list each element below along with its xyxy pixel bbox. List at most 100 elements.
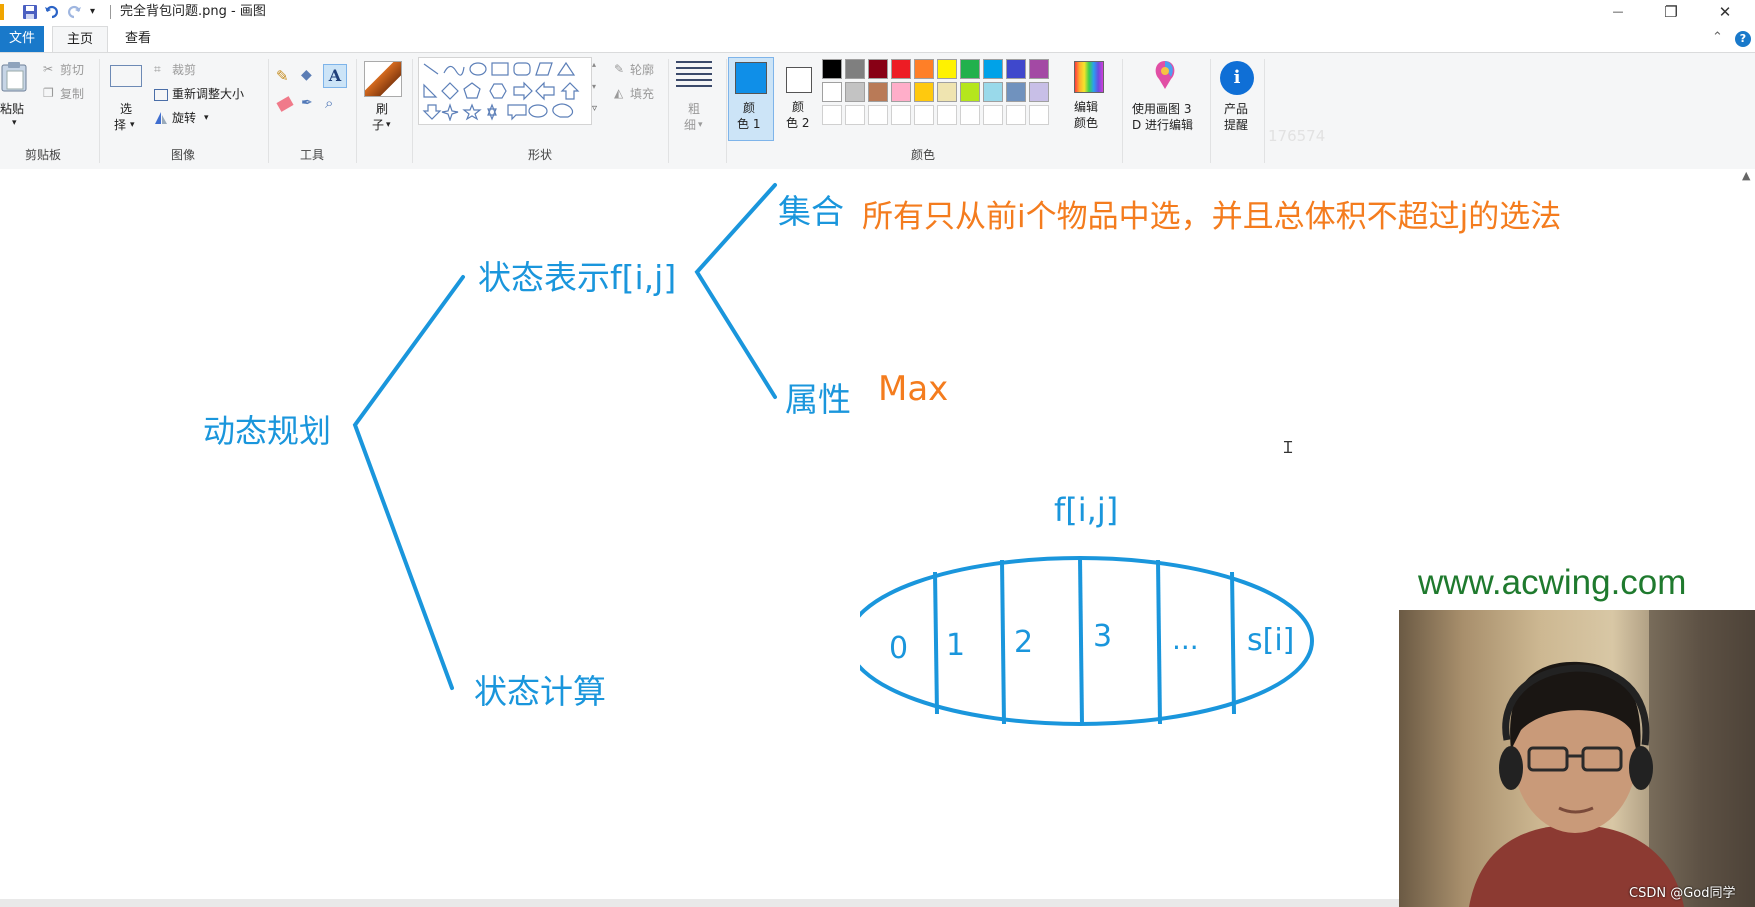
partition-label: 2 — [1014, 625, 1034, 660]
set-description: 所有只从前i个物品中选，并且总体积不超过j的选法 — [862, 199, 1562, 235]
text-icon[interactable]: A — [323, 64, 347, 88]
brushes-group: 刷 子 ▾ — [358, 53, 410, 169]
cut-icon: ✂ — [43, 62, 54, 76]
palette-swatch[interactable] — [1029, 59, 1049, 79]
palette-swatch-empty[interactable] — [868, 105, 888, 125]
partition-label: 1 — [946, 628, 966, 663]
paint3d-icon — [1155, 61, 1175, 89]
palette-swatch[interactable] — [960, 82, 980, 102]
palette-swatch-empty[interactable] — [1006, 105, 1026, 125]
product-alert-line2: 提醒 — [1224, 118, 1249, 132]
palette-swatch[interactable] — [937, 59, 957, 79]
palette-swatch-empty[interactable] — [983, 105, 1003, 125]
paint3d-button[interactable]: 使用画图 3 D 进行编辑 — [1124, 53, 1208, 143]
size-label-line1[interactable]: 粗 — [688, 101, 700, 117]
partition-label: 0 — [889, 631, 909, 666]
select-dropdown-icon[interactable]: ▾ — [130, 117, 135, 133]
color2-button[interactable]: 颜 色 2 — [776, 57, 820, 139]
brushes-icon[interactable] — [364, 61, 402, 97]
rotate-button[interactable]: 旋转 — [172, 110, 196, 126]
palette-swatch-empty[interactable] — [937, 105, 957, 125]
shapes-gallery-icons — [422, 61, 580, 121]
palette-swatch[interactable] — [891, 82, 911, 102]
palette-swatch-empty[interactable] — [1029, 105, 1049, 125]
paste-icon[interactable] — [0, 61, 30, 93]
fill-icon[interactable]: ◆ — [301, 67, 312, 83]
palette-swatch-empty[interactable] — [960, 105, 980, 125]
palette-swatch-empty[interactable] — [914, 105, 934, 125]
brushes-label-line2[interactable]: 子 — [372, 117, 384, 133]
product-alert-button[interactable]: i 产品 提醒 — [1212, 53, 1262, 143]
size-dropdown-icon[interactable]: ▾ — [698, 117, 703, 133]
eraser-icon[interactable] — [276, 96, 294, 112]
palette-swatch[interactable] — [937, 82, 957, 102]
select-icon[interactable] — [110, 65, 142, 87]
size-label-line2[interactable]: 细 — [684, 117, 696, 133]
palette-swatch[interactable] — [891, 59, 911, 79]
ellipse-title: f[i,j] — [1054, 491, 1119, 529]
colors-group: 颜 色 1 颜 色 2 编辑 颜色 颜色 — [728, 53, 1118, 169]
select-button-line1[interactable]: 选 — [120, 101, 132, 117]
palette-swatch[interactable] — [1006, 82, 1026, 102]
customize-qa-icon[interactable]: ▾ — [90, 0, 95, 24]
rotate-dropdown-icon[interactable]: ▾ — [204, 110, 209, 126]
save-icon[interactable] — [22, 4, 38, 20]
edit-colors-icon — [1074, 61, 1104, 93]
palette-swatch[interactable] — [822, 82, 842, 102]
palette-swatch[interactable] — [822, 59, 842, 79]
size-icon[interactable] — [676, 61, 712, 89]
color-picker-icon[interactable]: ✒ — [301, 95, 313, 111]
resize-button[interactable]: 重新调整大小 — [172, 86, 244, 102]
window-title: 完全背包问题.png - 画图 — [120, 4, 266, 19]
redo-icon[interactable] — [66, 4, 82, 20]
color1-button[interactable]: 颜 色 1 — [728, 57, 774, 141]
palette-swatch[interactable] — [868, 59, 888, 79]
palette-swatch[interactable] — [914, 59, 934, 79]
palette-swatch-empty[interactable] — [891, 105, 911, 125]
palette-swatch[interactable] — [983, 59, 1003, 79]
shapes-expand-icon[interactable]: ▿ — [592, 101, 597, 117]
app-icon — [0, 4, 4, 20]
tab-home[interactable]: 主页 — [52, 26, 108, 52]
outline-button[interactable]: 轮廓 — [630, 62, 654, 78]
minimize-button[interactable]: — — [1595, 0, 1641, 24]
brushes-dropdown-icon[interactable]: ▾ — [386, 117, 391, 133]
palette-swatch[interactable] — [914, 82, 934, 102]
help-icon[interactable]: ? — [1735, 31, 1751, 47]
shapes-scroll-down-icon[interactable]: ▾ — [592, 79, 596, 95]
shapes-scroll-up-icon[interactable]: ▴ — [592, 57, 596, 73]
undo-icon[interactable] — [44, 4, 60, 20]
palette-swatch[interactable] — [960, 59, 980, 79]
palette-swatch-empty[interactable] — [845, 105, 865, 125]
colors-group-label: 颜色 — [910, 148, 935, 162]
palette-swatch[interactable] — [868, 82, 888, 102]
crop-button[interactable]: 裁剪 — [172, 62, 196, 78]
paste-dropdown-icon[interactable]: ▾ — [12, 115, 17, 131]
palette-swatch[interactable] — [845, 59, 865, 79]
palette-swatch[interactable] — [1006, 59, 1026, 79]
ribbon: 粘贴 ▾ ✂ 剪切 ❐ 复制 剪贴板 选 择 ▾ ⌗ 裁剪 重新调整大小 旋转 … — [0, 52, 1755, 170]
tab-file[interactable]: 文件 — [0, 26, 44, 52]
fill-shape-button[interactable]: 填充 — [630, 86, 654, 102]
palette-swatch[interactable] — [845, 82, 865, 102]
partition-label: ... — [1172, 623, 1199, 656]
maximize-button[interactable]: ❐ — [1648, 0, 1694, 24]
cut-button[interactable]: 剪切 — [60, 62, 84, 78]
palette-swatch[interactable] — [983, 82, 1003, 102]
magnifier-icon[interactable]: ⌕ — [325, 94, 333, 112]
edit-colors-button[interactable]: 编辑 颜色 — [1064, 57, 1112, 139]
outline-icon: ✎ — [614, 62, 625, 76]
collapse-ribbon-icon[interactable]: ⌃ — [1712, 30, 1723, 45]
scroll-up-icon[interactable]: ▲ — [1742, 169, 1750, 182]
tab-view[interactable]: 查看 — [114, 26, 162, 52]
select-button-line2[interactable]: 择 — [114, 117, 126, 133]
info-icon: i — [1220, 61, 1254, 95]
palette-swatch-empty[interactable] — [822, 105, 842, 125]
close-button[interactable]: ✕ — [1702, 0, 1748, 24]
copy-button[interactable]: 复制 — [60, 86, 84, 102]
brushes-label-line1[interactable]: 刷 — [376, 101, 388, 117]
rotate-icon — [155, 112, 167, 124]
node-set: 集合 — [778, 192, 844, 231]
palette-swatch[interactable] — [1029, 82, 1049, 102]
pencil-icon[interactable]: ✎ — [276, 67, 289, 85]
